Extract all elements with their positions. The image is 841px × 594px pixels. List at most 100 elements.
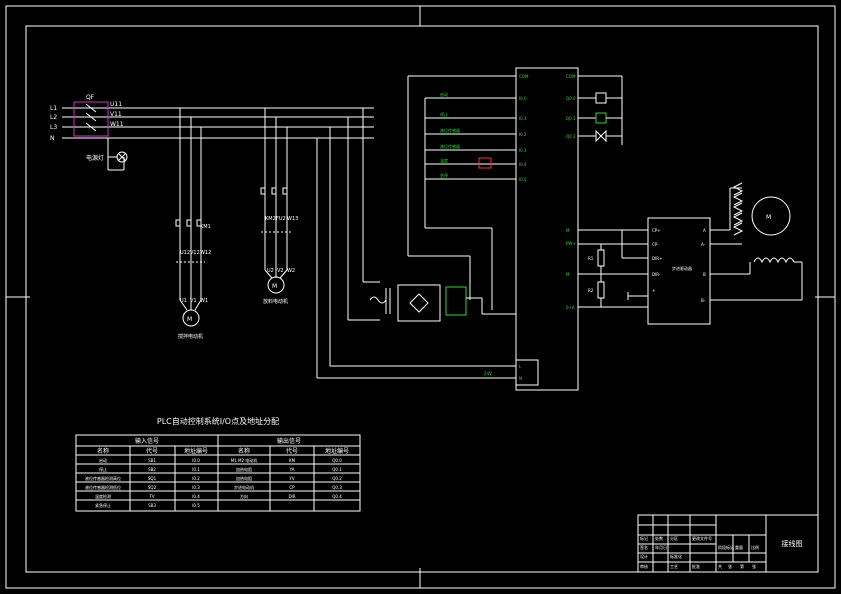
phase-label: N [50,135,55,142]
io-cell: I0.0 [192,458,200,463]
io-cell: 加热电阻 [236,475,252,481]
plc-terminal: N [519,376,522,381]
io-col-header: 代号 [286,447,298,455]
title-block-cell: 标记 [640,535,648,541]
output-terminal: W1 [200,298,208,304]
input-label: 液位传感器 [440,127,460,133]
io-cell: I0.2 [192,476,200,481]
plc-terminal: M [566,272,570,277]
relay-terminal: W12 [200,250,211,256]
plc-terminal: COM [519,74,529,79]
motor-caption: 放料电动机 [263,298,288,305]
input-label: 停止 [440,111,448,117]
driver-terminal: + [652,288,655,293]
io-cell: Q0.3 [332,485,342,490]
plc-terminal: I0.4 [519,162,527,167]
io-cell: YV [288,476,294,481]
title-block-cell: 张 [728,563,732,569]
stepper-motor-label: M [766,214,771,221]
io-cell: 液位传感器检测高位 [85,475,121,481]
title-block-cell: 张 [752,563,756,569]
contactor-label: KM2 [265,216,276,222]
output-terminal: V1 [190,298,197,304]
plc-terminal: COM [566,74,576,79]
title-block-cell: 工艺 [670,564,678,569]
io-cell: 温度检测 [95,493,111,499]
relay-terminal: V12 [190,250,200,256]
plc-terminal: I0.5 [519,177,527,182]
io-cell: I0.5 [192,503,200,508]
motor-symbol-label: M [272,283,277,290]
motor-branch-2 [260,108,291,294]
io-cell: SB1 [148,458,156,463]
io-cell: Q0.0 [332,458,342,463]
breaker-terminal: U11 [110,101,122,108]
plc-terminal: 0+A [566,305,575,310]
title-block-cell: 设计 [640,553,648,559]
io-col-header: 地址编号 [184,447,208,455]
plc-terminal: I0.1 [519,116,527,121]
background [0,0,841,594]
io-cell: Q0.4 [332,494,342,499]
contactor-label: FU2 [276,216,286,222]
io-col-header: 代号 [146,447,158,455]
driver-terminal: A- [701,242,706,247]
plc-terminal: Q0.0 [566,96,576,101]
io-cell: 方向 [240,493,248,499]
io-cell: 加热电阻 [236,466,252,472]
input-label: 启动 [440,91,448,97]
resistor-label: R1 [588,256,594,261]
io-cell: CP [289,485,295,490]
io-input-header: 输入信号 [135,437,159,445]
plc-terminal: I0.2 [519,132,527,137]
io-cell: I0.4 [192,494,200,499]
io-cell: M1 M2 电动机 [231,457,258,463]
io-cell: SQ2 [148,485,157,490]
motor-branch-1 [175,108,205,327]
indicator-label: 电源灯 [86,154,104,162]
resistor-label: R2 [588,288,594,293]
output-terminal: W2 [287,268,295,274]
title-block-cell: 处数 [655,535,663,541]
io-cell: SB2 [148,467,156,472]
title-block-cell: 签名 [640,544,648,550]
io-col-header: 名称 [97,447,109,455]
io-cell: Q0.1 [332,467,342,472]
driver-terminal: B- [701,298,706,303]
breaker-terminal: W11 [110,121,124,128]
plc-terminal: M [566,228,570,233]
io-cell: I0.1 [192,467,200,472]
title-block-cell: 第 [740,563,744,569]
driver-terminal: CP- [652,242,659,247]
output-terminal: V2 [277,268,284,274]
output-terminal: U1 [180,298,187,304]
io-cell: TV [148,494,154,499]
phase-label: L1 [50,105,57,112]
driver-terminal: DIR- [652,272,661,277]
input-label: 急停 [440,172,448,178]
title-block-cell: 年月日 [655,544,667,550]
io-cell: DIR [288,494,295,499]
io-cell: 步进电动机 [234,484,254,490]
title-block-cell: 批准 [692,563,700,569]
contactor-label: W13 [287,216,298,222]
io-cell: YA [289,467,295,472]
title-block-cell: 审核 [640,563,648,569]
io-cell: I0.3 [192,485,200,490]
io-col-header: 地址编号 [325,447,349,455]
io-col-header: 名称 [238,447,250,455]
plc-terminal: I0.0 [519,96,527,101]
relay-terminal: U12 [180,250,190,256]
io-cell: 紧急停止 [95,502,111,508]
io-cell: SQ1 [148,476,157,481]
motor-caption: 搅拌电动机 [178,333,203,340]
driver-terminal: DIR+ [652,256,662,261]
title-block-cell: 分区 [670,535,678,541]
input-label: 液位传感器 [440,143,460,149]
schematic-sheet: L1 L2 L3 N QF U11 V11 W11 电源灯 KM1 U12 V1… [0,0,841,594]
driver-terminal: B [703,272,706,277]
title-block-cell: 重量 [735,544,743,550]
title-block-cell: 比例 [751,544,759,550]
phase-label: L3 [50,124,57,131]
phase-label: L2 [50,114,57,121]
